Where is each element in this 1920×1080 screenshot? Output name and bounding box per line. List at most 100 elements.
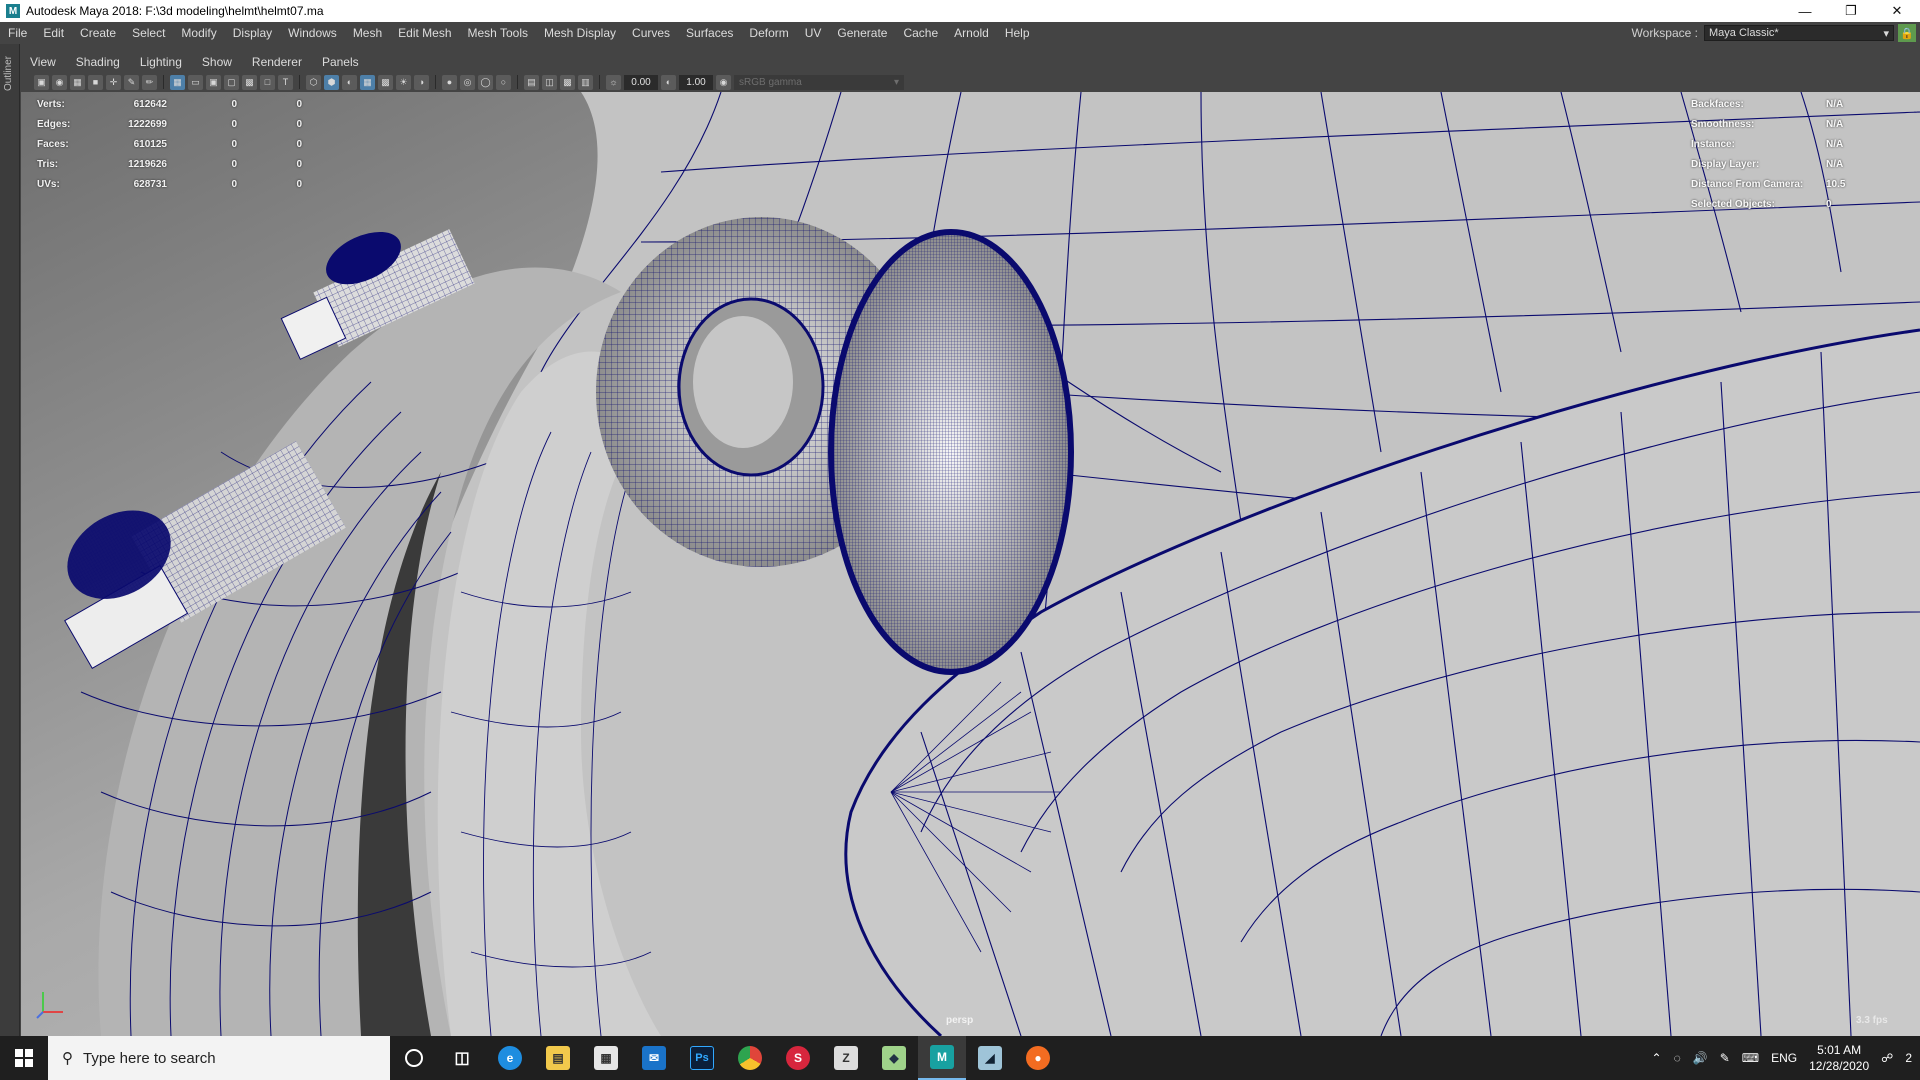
textured-icon[interactable]: ▩: [378, 74, 393, 90]
notification-icon[interactable]: ☍: [1881, 1051, 1893, 1065]
chrome-icon[interactable]: [726, 1036, 774, 1080]
panel-menu-panels[interactable]: Panels: [312, 55, 369, 69]
color-management-icon[interactable]: ◉: [716, 74, 731, 90]
close-button[interactable]: ✕: [1874, 0, 1920, 22]
cortana-icon[interactable]: [390, 1036, 438, 1080]
hud-row-tris: Tris: 1219626 0 0: [37, 154, 302, 174]
menu-cache[interactable]: Cache: [895, 22, 946, 44]
pencil-icon[interactable]: ✏: [142, 74, 157, 90]
depth-of-field-icon[interactable]: ○: [496, 74, 511, 90]
smooth-shade-icon[interactable]: ⬢: [324, 74, 339, 90]
panel-menu-show[interactable]: Show: [192, 55, 242, 69]
marmoset-icon[interactable]: ◆: [870, 1036, 918, 1080]
menu-mesh-tools[interactable]: Mesh Tools: [460, 22, 536, 44]
wireframe-icon[interactable]: ⬡: [306, 74, 321, 90]
menu-mesh-display[interactable]: Mesh Display: [536, 22, 624, 44]
select-camera-icon[interactable]: ▣: [34, 74, 49, 90]
hud-row-distance: Distance From Camera: 10.5: [1691, 174, 1866, 194]
ambient-occlusion-icon[interactable]: ●: [442, 74, 457, 90]
clock[interactable]: 5:01 AM 12/28/2020: [1809, 1042, 1869, 1074]
menu-mesh[interactable]: Mesh: [345, 22, 390, 44]
safe-title-icon[interactable]: T: [278, 74, 293, 90]
hud-value: 0: [231, 158, 237, 170]
blender-icon[interactable]: ◢: [966, 1036, 1014, 1080]
maya-window: M Autodesk Maya 2018: F:\3d modeling\hel…: [0, 0, 1920, 1080]
exposure-icon[interactable]: ☼: [606, 74, 621, 90]
menu-surfaces[interactable]: Surfaces: [678, 22, 741, 44]
image-plane-icon[interactable]: ■: [88, 74, 103, 90]
language-indicator[interactable]: ENG: [1771, 1051, 1797, 1065]
lights-icon[interactable]: ☀: [396, 74, 411, 90]
menu-select[interactable]: Select: [124, 22, 173, 44]
zbrush-icon[interactable]: Z: [822, 1036, 870, 1080]
menu-display[interactable]: Display: [225, 22, 280, 44]
menu-generate[interactable]: Generate: [829, 22, 895, 44]
wifi-icon[interactable]: ◌: [1674, 1051, 1681, 1065]
pen-icon[interactable]: ✎: [1720, 1051, 1730, 1065]
gamma-icon[interactable]: ◐: [661, 74, 676, 90]
bookmarks-icon[interactable]: ▦: [70, 74, 85, 90]
keyboard-icon[interactable]: ⌨: [1742, 1051, 1759, 1065]
hud-value: 0: [296, 178, 302, 190]
default-material-icon[interactable]: ◐: [342, 74, 357, 90]
anti-aliasing-icon[interactable]: ◯: [478, 74, 493, 90]
gamma-field[interactable]: 1.00: [679, 74, 713, 90]
lock-icon[interactable]: 🔒: [1898, 24, 1916, 42]
edge-icon[interactable]: e: [486, 1036, 534, 1080]
mail-icon[interactable]: ✉: [630, 1036, 678, 1080]
viewport-persp[interactable]: Verts: 612642 0 0 Edges: 1222699 0 0 Fac…: [21, 92, 1920, 1036]
field-chart-icon[interactable]: ▩: [242, 74, 257, 90]
xray-components-icon[interactable]: ▥: [578, 74, 593, 90]
xray-icon[interactable]: ◫: [542, 74, 557, 90]
grid-icon[interactable]: ▦: [170, 74, 185, 90]
hud-row-instance: Instance: N/A: [1691, 134, 1866, 154]
menu-windows[interactable]: Windows: [280, 22, 345, 44]
film-gate-icon[interactable]: ▭: [188, 74, 203, 90]
photoshop-icon[interactable]: Ps: [678, 1036, 726, 1080]
workspace-dropdown[interactable]: Maya Classic* ▾: [1704, 25, 1894, 41]
task-view-icon[interactable]: ◫: [438, 1036, 486, 1080]
origin-icon[interactable]: ●: [1014, 1036, 1062, 1080]
chevron-up-icon[interactable]: ⌃: [1652, 1051, 1662, 1065]
resolution-gate-icon[interactable]: ▣: [206, 74, 221, 90]
menu-create[interactable]: Create: [72, 22, 124, 44]
menu-uv[interactable]: UV: [797, 22, 830, 44]
menu-modify[interactable]: Modify: [173, 22, 224, 44]
hud-value: 0: [231, 98, 237, 110]
volume-icon[interactable]: 🔊: [1693, 1051, 1708, 1065]
motion-blur-icon[interactable]: ◎: [460, 74, 475, 90]
panel-menu-renderer[interactable]: Renderer: [242, 55, 312, 69]
view-transform-dropdown[interactable]: sRGB gamma ▾: [734, 74, 904, 90]
wireframe-on-shaded-icon[interactable]: ▦: [360, 74, 375, 90]
menu-curves[interactable]: Curves: [624, 22, 678, 44]
menu-file[interactable]: File: [0, 22, 35, 44]
menu-edit-mesh[interactable]: Edit Mesh: [390, 22, 459, 44]
menu-help[interactable]: Help: [997, 22, 1038, 44]
two-d-pan-icon[interactable]: ✛: [106, 74, 121, 90]
panel-menu-view[interactable]: View: [20, 55, 66, 69]
shadows-icon[interactable]: ◑: [414, 74, 429, 90]
menu-edit[interactable]: Edit: [35, 22, 72, 44]
start-button[interactable]: [0, 1036, 48, 1080]
hud-label: UVs:: [37, 178, 60, 190]
camera-attributes-icon[interactable]: ◉: [52, 74, 67, 90]
outliner-strip[interactable]: Outliner: [0, 44, 20, 1036]
taskbar-search-box[interactable]: ⚲ Type here to search: [48, 1036, 390, 1080]
hud-value: N/A: [1826, 158, 1844, 170]
xray-joints-icon[interactable]: ▩: [560, 74, 575, 90]
panel-menu-shading[interactable]: Shading: [66, 55, 130, 69]
substance-icon[interactable]: S: [774, 1036, 822, 1080]
minimize-button[interactable]: —: [1782, 0, 1828, 22]
exposure-field[interactable]: 0.00: [624, 74, 658, 90]
store-icon[interactable]: ▦: [582, 1036, 630, 1080]
menu-deform[interactable]: Deform: [741, 22, 796, 44]
panel-menu-lighting[interactable]: Lighting: [130, 55, 192, 69]
isolate-select-icon[interactable]: ▤: [524, 74, 539, 90]
file-explorer-icon[interactable]: ▤: [534, 1036, 582, 1080]
maya-icon[interactable]: M: [918, 1036, 966, 1080]
menu-arnold[interactable]: Arnold: [946, 22, 997, 44]
grease-pencil-icon[interactable]: ✎: [124, 74, 139, 90]
restore-button[interactable]: ❐: [1828, 0, 1874, 22]
safe-action-icon[interactable]: □: [260, 74, 275, 90]
gate-mask-icon[interactable]: ▢: [224, 74, 239, 90]
